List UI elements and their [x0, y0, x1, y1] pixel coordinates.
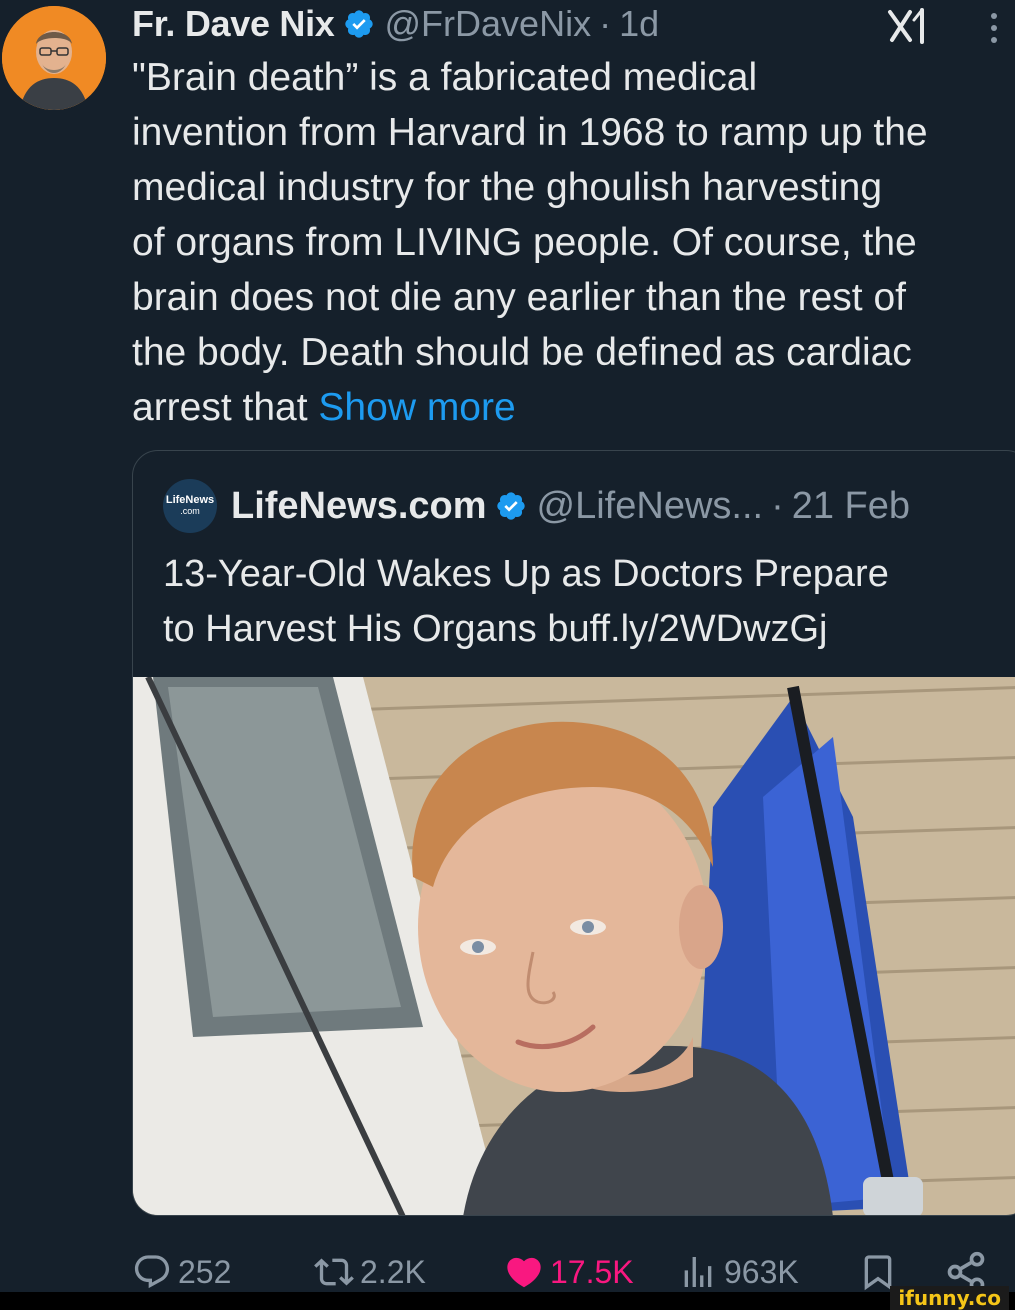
verified-badge-icon: [495, 490, 527, 522]
tweet-text-line: medical industry for the ghoulish harves…: [132, 166, 883, 209]
quote-text-line: 13-Year-Old Wakes Up as Doctors Prepare: [163, 553, 889, 595]
more-vertical-icon[interactable]: [982, 8, 1006, 48]
quote-avatar[interactable]: LifeNews .com: [163, 479, 217, 533]
like-count: 17.5K: [550, 1253, 634, 1290]
heart-icon: [507, 1257, 541, 1288]
tweet-text-line: brain does not die any earlier than the …: [132, 276, 906, 319]
repost-button[interactable]: 2.2K: [314, 1250, 426, 1294]
separator-dot: ·: [599, 3, 612, 44]
reply-icon: [134, 1255, 170, 1289]
tweet-text-line: arrest that: [132, 386, 319, 429]
author-handle[interactable]: @FrDaveNix: [385, 3, 592, 45]
reply-count: 252: [178, 1253, 232, 1290]
repost-count: 2.2K: [360, 1253, 426, 1290]
separator-dot: ·: [771, 484, 784, 527]
author-name[interactable]: Fr. Dave Nix: [132, 3, 335, 45]
ifunny-watermark: ifunny.co: [890, 1286, 1009, 1310]
tweet-actions: 252 2.2K 17.5K 963K: [132, 1250, 1002, 1294]
tweet-timestamp[interactable]: 1d: [619, 3, 659, 45]
views-icon: [684, 1257, 712, 1287]
tweet-text-line: the body. Death should be defined as car…: [132, 331, 912, 374]
quote-date[interactable]: 21 Feb: [792, 485, 910, 528]
reply-button[interactable]: 252: [132, 1250, 231, 1294]
views-button[interactable]: 963K: [678, 1250, 799, 1294]
tweet-header: Fr. Dave Nix @FrDaveNix · 1d: [132, 2, 659, 46]
repost-icon: [314, 1258, 354, 1286]
quote-photo[interactable]: [133, 675, 1015, 1215]
quote-handle[interactable]: @LifeNews...: [537, 485, 764, 528]
like-button[interactable]: 17.5K: [504, 1250, 634, 1294]
tweet-text-line: of organs from LIVING people. Of course,…: [132, 221, 917, 264]
quote-text-line: to Harvest His Organs buff.ly/2WDwzGj: [163, 608, 828, 650]
quoted-tweet-card[interactable]: LifeNews .com LifeNews.com @LifeNews... …: [132, 450, 1015, 1216]
tweet-text-line: invention from Harvard in 1968 to ramp u…: [132, 111, 928, 154]
quote-header: LifeNews .com LifeNews.com @LifeNews... …: [163, 479, 910, 533]
tweet-text-line: "Brain death” is a fabricated medical: [132, 56, 758, 99]
show-more-link[interactable]: Show more: [318, 386, 515, 429]
quote-author-name[interactable]: LifeNews.com: [231, 485, 487, 528]
author-avatar[interactable]: [2, 6, 106, 110]
quote-avatar-text: LifeNews: [165, 494, 215, 506]
quote-avatar-subtext: .com: [180, 506, 200, 516]
tweet-text: "Brain death” is a fabricated medical in…: [132, 50, 1015, 435]
grok-icon[interactable]: [884, 6, 932, 46]
views-count: 963K: [724, 1253, 799, 1290]
verified-badge-icon: [343, 8, 375, 40]
tweet-text-last-line: arrest that Show more: [132, 380, 1015, 435]
quote-text: 13-Year-Old Wakes Up as Doctors Prepare …: [163, 547, 1015, 657]
footer-bar: [0, 1292, 1015, 1310]
